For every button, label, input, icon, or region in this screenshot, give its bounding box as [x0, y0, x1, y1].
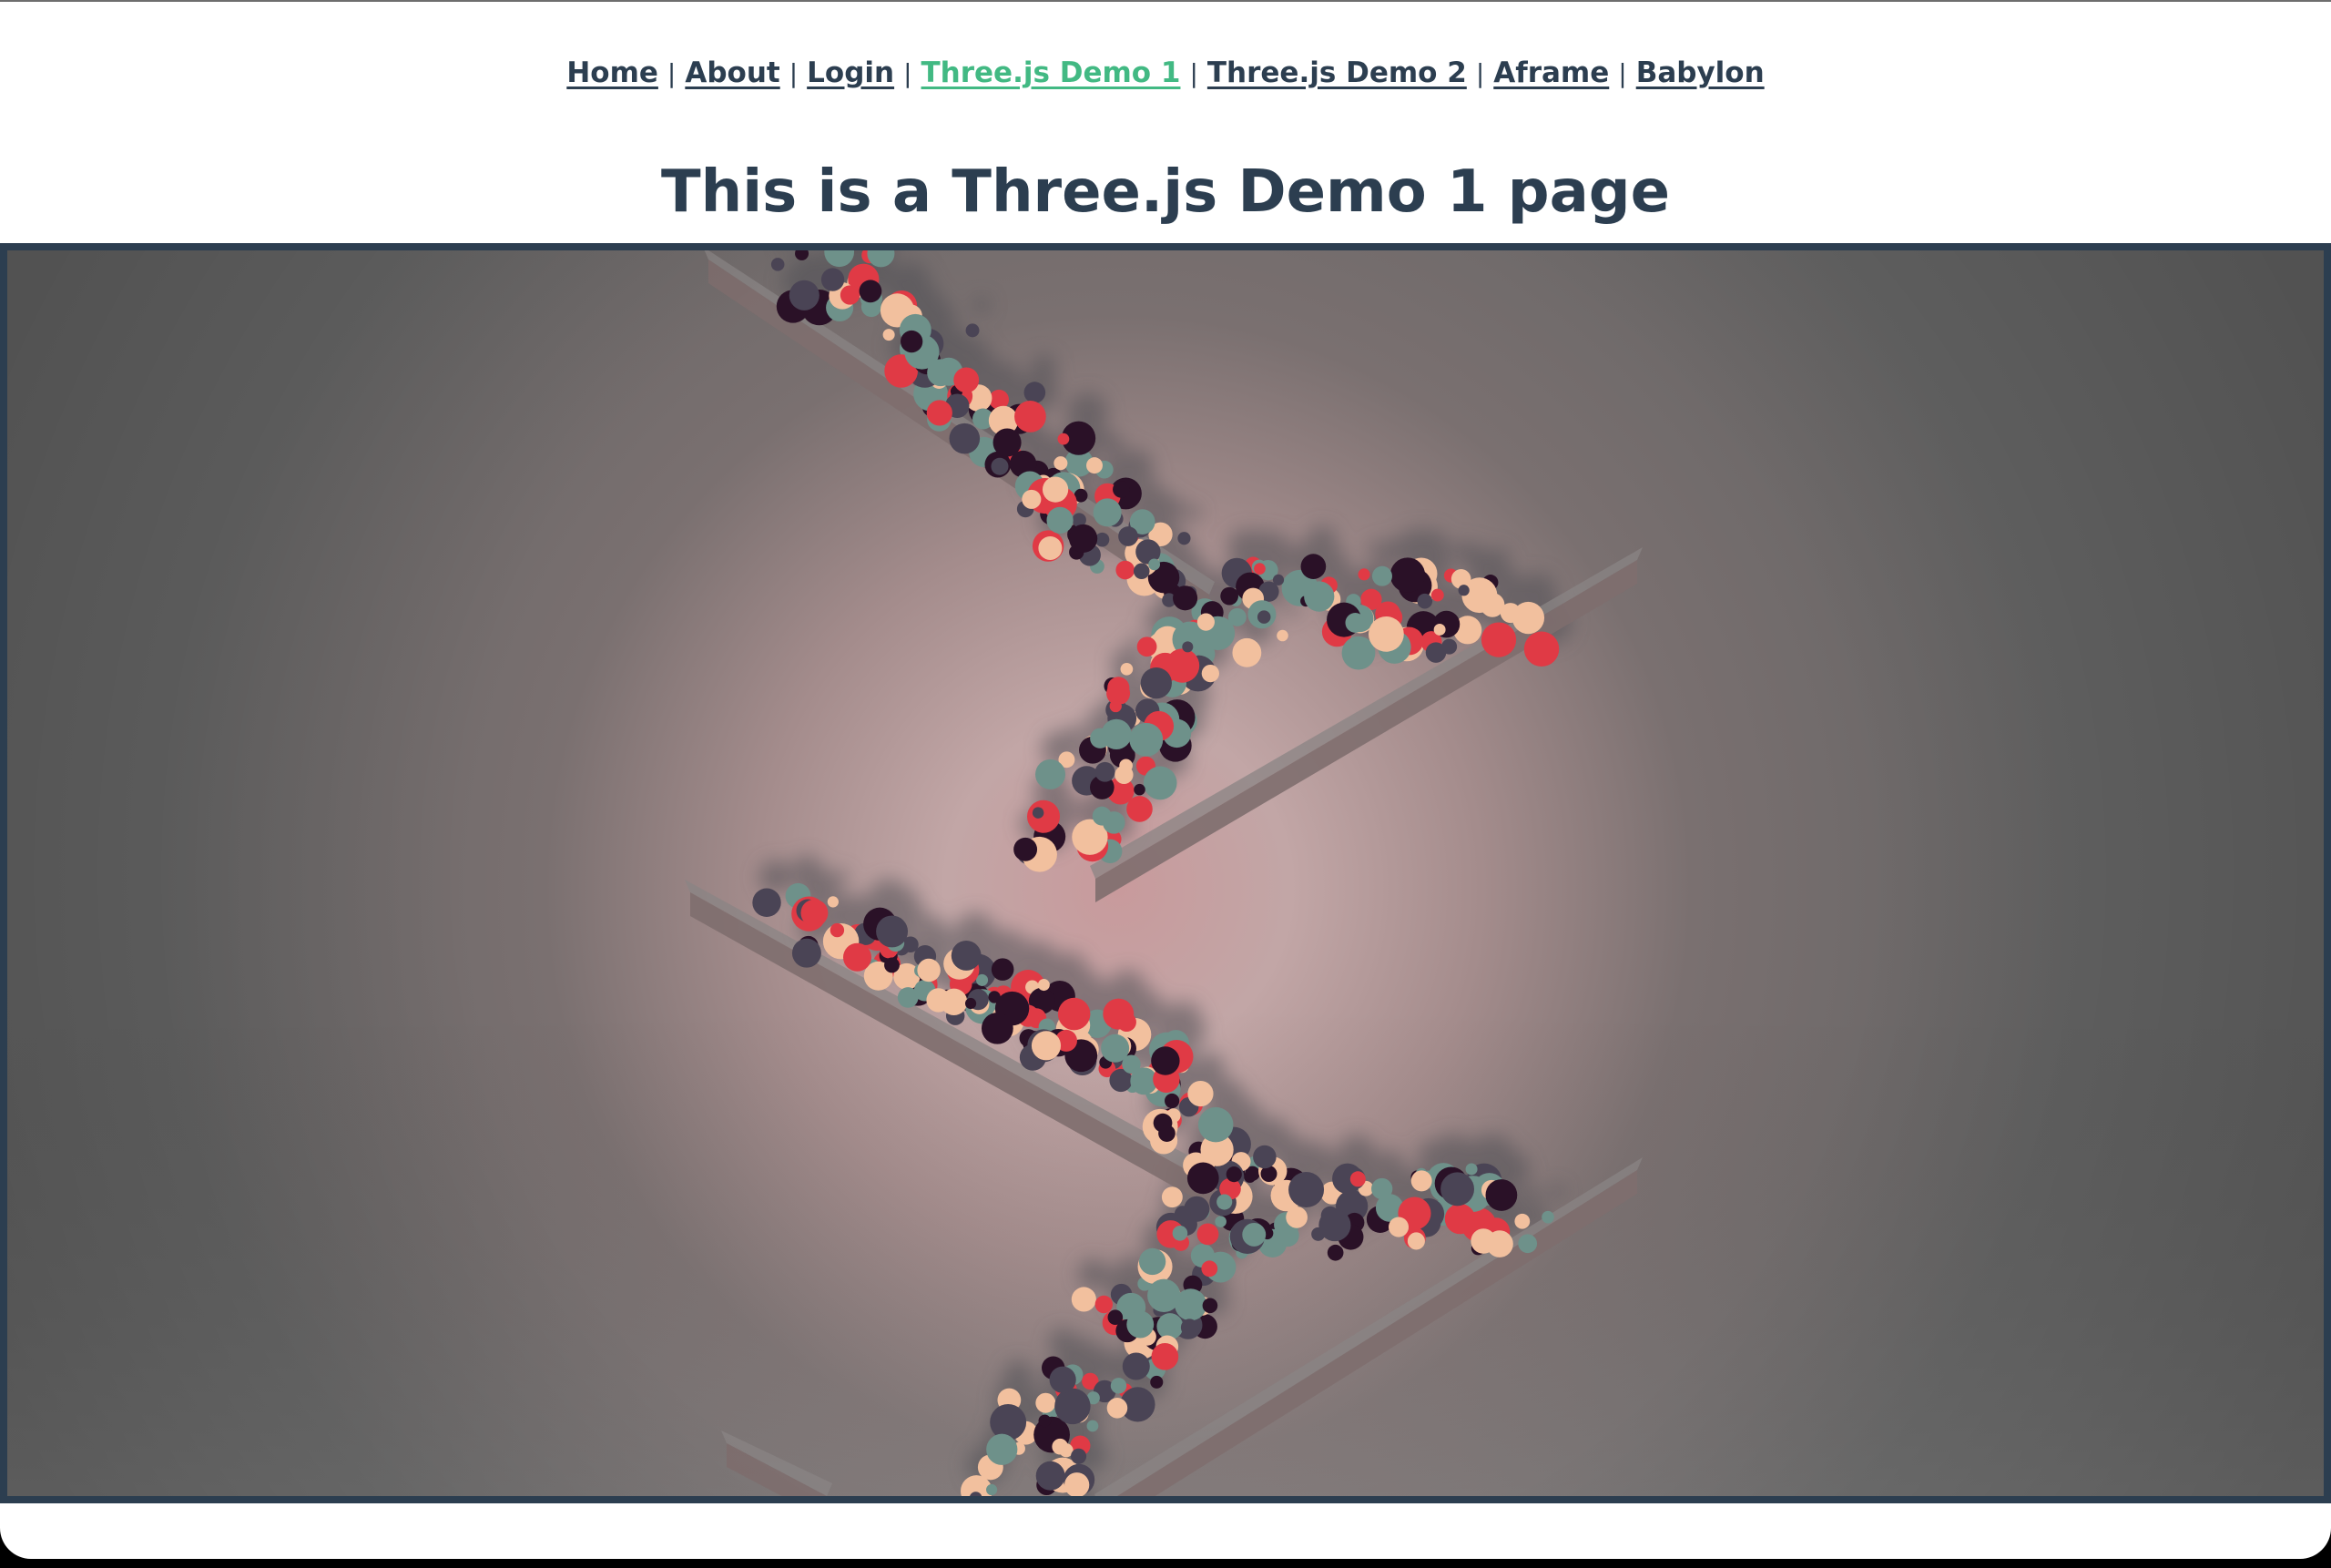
nav-separator: | — [1189, 58, 1198, 88]
nav-separator: | — [903, 58, 912, 88]
nav-separator: | — [667, 58, 677, 88]
nav-separator: | — [1618, 58, 1627, 88]
nav-separator: | — [789, 58, 799, 88]
nav-link-about[interactable]: About — [685, 56, 779, 89]
nav-link-home[interactable]: Home — [566, 56, 658, 89]
page: Home | About | Login | Three.js Demo 1 | Three.j… — [0, 0, 2331, 1559]
top-nav: Home | About | Login | Three.js Demo 1 | Three.j… — [0, 56, 2331, 89]
nav-separator: | — [1475, 58, 1485, 88]
nav-link-threejs-demo-2[interactable]: Three.js Demo 2 — [1207, 56, 1467, 89]
nav-link-babylon[interactable]: Babylon — [1636, 56, 1765, 89]
page-title: This is a Three.js Demo 1 page — [660, 158, 1671, 226]
vignette — [7, 250, 2324, 1496]
threejs-canvas[interactable] — [0, 243, 2331, 1503]
nav-link-threejs-demo-1[interactable]: Three.js Demo 1 — [921, 56, 1181, 89]
nav-link-aframe[interactable]: Aframe — [1493, 56, 1609, 89]
nav-link-login[interactable]: Login — [807, 56, 894, 89]
threejs-scene — [7, 250, 2324, 1496]
